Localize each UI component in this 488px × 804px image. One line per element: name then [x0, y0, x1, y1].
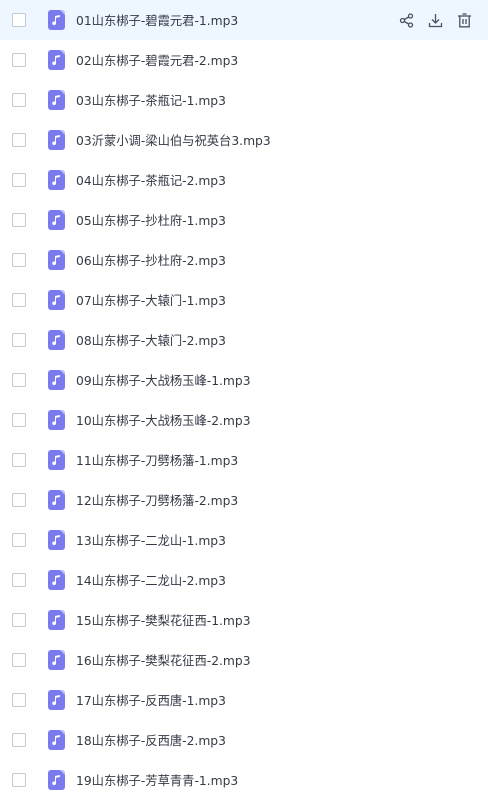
file-name[interactable]: 10山东梆子-大战杨玉峰-2.mp3	[76, 411, 251, 429]
file-name[interactable]: 14山东梆子-二龙山-2.mp3	[76, 571, 226, 589]
row-actions	[398, 0, 472, 40]
row-checkbox[interactable]	[12, 373, 26, 387]
audio-file-icon	[48, 170, 65, 190]
audio-file-icon	[48, 610, 65, 630]
file-name[interactable]: 03沂蒙小调-梁山伯与祝英台3.mp3	[76, 131, 271, 149]
audio-file-icon	[48, 370, 65, 390]
file-row[interactable]: 11山东梆子-刀劈杨藩-1.mp3	[0, 440, 488, 480]
row-checkbox[interactable]	[12, 413, 26, 427]
audio-file-icon	[48, 770, 65, 790]
file-row[interactable]: 01山东梆子-碧霞元君-1.mp3	[0, 0, 488, 40]
row-checkbox[interactable]	[12, 533, 26, 547]
file-row[interactable]: 12山东梆子-刀劈杨藩-2.mp3	[0, 480, 488, 520]
file-name[interactable]: 15山东梆子-樊梨花征西-1.mp3	[76, 611, 251, 629]
audio-file-icon	[48, 730, 65, 750]
row-checkbox[interactable]	[12, 213, 26, 227]
audio-file-icon	[48, 570, 65, 590]
file-name[interactable]: 02山东梆子-碧霞元君-2.mp3	[76, 51, 238, 69]
audio-file-icon	[48, 690, 65, 710]
file-row[interactable]: 03沂蒙小调-梁山伯与祝英台3.mp3	[0, 120, 488, 160]
file-name[interactable]: 09山东梆子-大战杨玉峰-1.mp3	[76, 371, 251, 389]
audio-file-icon	[48, 330, 65, 350]
file-name[interactable]: 04山东梆子-茶瓶记-2.mp3	[76, 171, 226, 189]
file-row[interactable]: 16山东梆子-樊梨花征西-2.mp3	[0, 640, 488, 680]
file-row[interactable]: 05山东梆子-抄杜府-1.mp3	[0, 200, 488, 240]
row-checkbox[interactable]	[12, 613, 26, 627]
file-row[interactable]: 19山东梆子-芳草青青-1.mp3	[0, 760, 488, 800]
file-row[interactable]: 09山东梆子-大战杨玉峰-1.mp3	[0, 360, 488, 400]
audio-file-icon	[48, 650, 65, 670]
file-name[interactable]: 19山东梆子-芳草青青-1.mp3	[76, 771, 238, 789]
file-row[interactable]: 02山东梆子-碧霞元君-2.mp3	[0, 40, 488, 80]
row-checkbox[interactable]	[12, 573, 26, 587]
file-name[interactable]: 11山东梆子-刀劈杨藩-1.mp3	[76, 451, 238, 469]
row-checkbox[interactable]	[12, 133, 26, 147]
file-name[interactable]: 05山东梆子-抄杜府-1.mp3	[76, 211, 226, 229]
file-row[interactable]: 03山东梆子-茶瓶记-1.mp3	[0, 80, 488, 120]
row-checkbox[interactable]	[12, 173, 26, 187]
audio-file-icon	[48, 10, 65, 30]
file-name[interactable]: 07山东梆子-大辕门-1.mp3	[76, 291, 226, 309]
audio-file-icon	[48, 250, 65, 270]
file-name[interactable]: 01山东梆子-碧霞元君-1.mp3	[76, 11, 238, 29]
file-name[interactable]: 08山东梆子-大辕门-2.mp3	[76, 331, 226, 349]
audio-file-icon	[48, 530, 65, 550]
file-row[interactable]: 14山东梆子-二龙山-2.mp3	[0, 560, 488, 600]
file-row[interactable]: 04山东梆子-茶瓶记-2.mp3	[0, 160, 488, 200]
file-row[interactable]: 15山东梆子-樊梨花征西-1.mp3	[0, 600, 488, 640]
row-checkbox[interactable]	[12, 653, 26, 667]
file-name[interactable]: 13山东梆子-二龙山-1.mp3	[76, 531, 226, 549]
row-checkbox[interactable]	[12, 293, 26, 307]
file-row[interactable]: 10山东梆子-大战杨玉峰-2.mp3	[0, 400, 488, 440]
file-list: 01山东梆子-碧霞元君-1.mp3 02山东梆子-碧霞元君-2.mp3 03山东梆子…	[0, 0, 488, 804]
row-checkbox[interactable]	[12, 693, 26, 707]
audio-file-icon	[48, 130, 65, 150]
row-checkbox[interactable]	[12, 13, 26, 27]
row-checkbox[interactable]	[12, 253, 26, 267]
file-row[interactable]: 06山东梆子-抄杜府-2.mp3	[0, 240, 488, 280]
row-checkbox[interactable]	[12, 453, 26, 467]
file-name[interactable]: 17山东梆子-反西唐-1.mp3	[76, 691, 226, 709]
file-name[interactable]: 03山东梆子-茶瓶记-1.mp3	[76, 91, 226, 109]
audio-file-icon	[48, 290, 65, 310]
file-row[interactable]: 17山东梆子-反西唐-1.mp3	[0, 680, 488, 720]
audio-file-icon	[48, 450, 65, 470]
download-icon[interactable]	[427, 12, 443, 28]
row-checkbox[interactable]	[12, 53, 26, 67]
share-icon[interactable]	[398, 12, 414, 28]
row-checkbox[interactable]	[12, 93, 26, 107]
row-checkbox[interactable]	[12, 773, 26, 787]
file-name[interactable]: 12山东梆子-刀劈杨藩-2.mp3	[76, 491, 238, 509]
row-checkbox[interactable]	[12, 333, 26, 347]
row-checkbox[interactable]	[12, 493, 26, 507]
row-checkbox[interactable]	[12, 733, 26, 747]
audio-file-icon	[48, 50, 65, 70]
audio-file-icon	[48, 490, 65, 510]
file-row[interactable]: 13山东梆子-二龙山-1.mp3	[0, 520, 488, 560]
file-row[interactable]: 07山东梆子-大辕门-1.mp3	[0, 280, 488, 320]
file-name[interactable]: 16山东梆子-樊梨花征西-2.mp3	[76, 651, 251, 669]
file-name[interactable]: 06山东梆子-抄杜府-2.mp3	[76, 251, 226, 269]
audio-file-icon	[48, 210, 65, 230]
delete-icon[interactable]	[456, 12, 472, 28]
file-row[interactable]: 18山东梆子-反西唐-2.mp3	[0, 720, 488, 760]
audio-file-icon	[48, 410, 65, 430]
file-row[interactable]: 08山东梆子-大辕门-2.mp3	[0, 320, 488, 360]
file-name[interactable]: 18山东梆子-反西唐-2.mp3	[76, 731, 226, 749]
audio-file-icon	[48, 90, 65, 110]
